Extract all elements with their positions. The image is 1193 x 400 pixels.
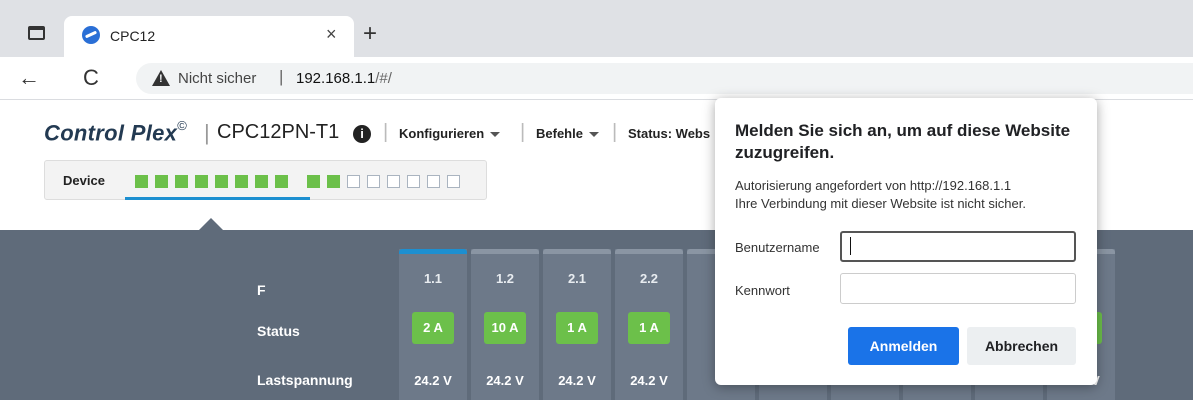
chevron-down-icon (490, 132, 501, 138)
channel-off-indicator (447, 175, 460, 188)
configure-menu-label: Konfigurieren (399, 126, 485, 141)
device-label: Device (63, 173, 105, 188)
control-plex-logo: Control Plex© (44, 118, 188, 146)
column-top-bar (543, 249, 611, 254)
channel-column[interactable]: 2.2 1 A 24.2 V (615, 249, 683, 400)
text-cursor (850, 237, 851, 255)
channel-on-indicator (195, 175, 208, 188)
configure-menu[interactable]: Konfigurieren (399, 126, 501, 141)
channel-on-indicator (235, 175, 248, 188)
channel-on-indicator (307, 175, 320, 188)
password-label: Kennwort (735, 283, 790, 298)
address-bar[interactable]: Nicht sicher | 192.168.1.1/#/ (136, 63, 1193, 94)
column-top-bar (399, 249, 467, 254)
channel-number: 2.2 (639, 271, 659, 286)
channel-voltage: 24.2 V (630, 373, 668, 388)
row-label-f: F (257, 282, 266, 298)
commands-menu-label: Befehle (536, 126, 583, 141)
menu-separator: | (383, 121, 389, 143)
tab-close-icon[interactable]: × (326, 24, 337, 45)
channel-off-indicator (427, 175, 440, 188)
address-separator: | (279, 67, 284, 86)
logo-text: Control Plex (44, 120, 178, 146)
channel-on-indicator (215, 175, 228, 188)
chevron-down-icon (588, 132, 599, 138)
channel-off-indicator (407, 175, 420, 188)
channel-on-indicator (175, 175, 188, 188)
device-name: CPC12PN-T1 (217, 121, 340, 143)
browser-toolbar: ← C Nicht sicher | 192.168.1.1/#/ (0, 57, 1193, 100)
channel-voltage: 24.2 V (414, 373, 452, 388)
new-tab-icon[interactable]: + (363, 20, 377, 48)
info-icon[interactable]: i (353, 125, 371, 143)
column-top-bar (471, 249, 539, 254)
channel-column[interactable]: 2.1 1 A 24.2 V (543, 249, 611, 400)
channel-voltage: 24.2 V (486, 373, 524, 388)
row-label-status: Status (257, 323, 300, 339)
security-status[interactable]: Nicht sicher (178, 70, 256, 87)
channel-off-indicator (387, 175, 400, 188)
device-selector[interactable]: Device (44, 160, 487, 200)
channel-status-badge[interactable]: 1 A (556, 312, 598, 344)
login-button[interactable]: Anmelden (848, 327, 959, 365)
channel-column[interactable]: 1.2 10 A 24.2 V (471, 249, 539, 400)
column-top-bar (615, 249, 683, 254)
insecure-connection-text: Ihre Verbindung mit dieser Website ist n… (735, 196, 1026, 211)
channel-status-badge[interactable]: 1 A (628, 312, 670, 344)
username-label: Benutzername (735, 240, 820, 255)
browser-tab[interactable]: CPC12 × (64, 16, 354, 57)
channel-on-indicator (275, 175, 288, 188)
channel-on-indicator (327, 175, 340, 188)
menu-separator: | (612, 121, 618, 143)
channel-on-indicator (255, 175, 268, 188)
site-favicon-icon (82, 26, 100, 44)
channel-on-indicator (155, 175, 168, 188)
menu-separator: | (520, 121, 526, 143)
password-field[interactable] (840, 273, 1076, 304)
url-host: 192.168.1.1 (296, 70, 376, 87)
channel-status-badge[interactable]: 2 A (412, 312, 454, 344)
tab-title: CPC12 (110, 28, 156, 44)
header-separator: | (204, 120, 210, 145)
status-label: Status: Webs (628, 126, 711, 141)
channel-number: 2.1 (567, 271, 587, 286)
channel-status-badge[interactable]: 10 A (484, 312, 526, 344)
channel-off-indicator (347, 175, 360, 188)
channel-column[interactable]: 1.1 2 A 24.2 V (399, 249, 467, 400)
row-label-voltage: Lastspannung (257, 372, 353, 388)
logo-mark: © (177, 118, 188, 133)
auth-dialog: Melden Sie sich an, um auf diese Website… (715, 98, 1097, 385)
channel-off-indicator (367, 175, 380, 188)
window-menu-icon[interactable] (28, 26, 45, 40)
reload-icon[interactable]: C (83, 65, 99, 91)
dialog-title: Melden Sie sich an, um auf diese Website… (735, 121, 1071, 162)
selection-pointer (199, 218, 223, 230)
auth-request-text: Autorisierung angefordert von http://192… (735, 178, 1012, 193)
cancel-button[interactable]: Abbrechen (967, 327, 1076, 365)
channel-number: 1.1 (423, 271, 443, 286)
warning-icon[interactable] (152, 70, 170, 86)
channel-on-indicator (135, 175, 148, 188)
browser-tab-bar: CPC12 × + (0, 0, 1193, 57)
url-text[interactable]: 192.168.1.1/#/ (296, 70, 392, 87)
url-path: /#/ (375, 70, 392, 87)
channel-voltage: 24.2 V (558, 373, 596, 388)
commands-menu[interactable]: Befehle (536, 126, 599, 141)
username-field[interactable] (840, 231, 1076, 262)
channel-number: 1.2 (495, 271, 515, 286)
back-arrow-icon[interactable]: ← (18, 65, 40, 91)
